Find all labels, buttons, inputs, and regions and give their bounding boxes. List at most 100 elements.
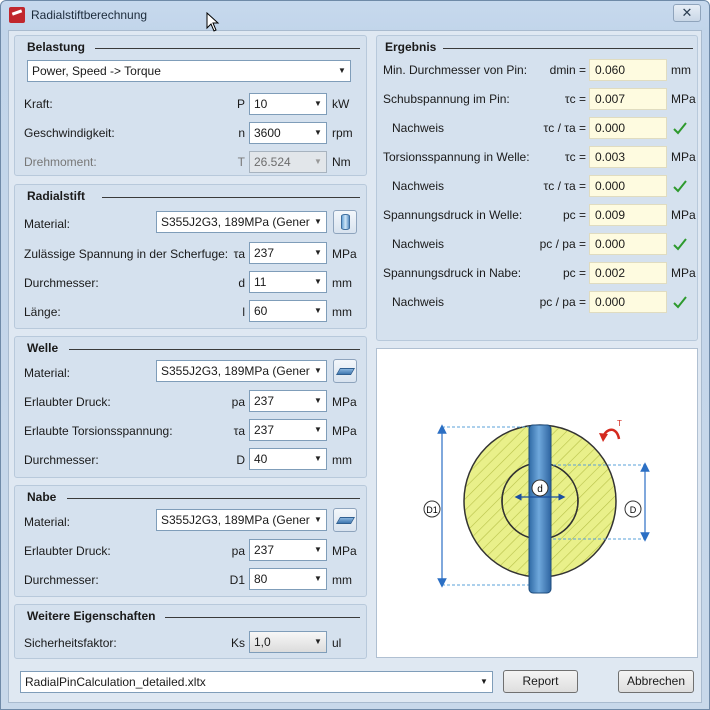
nabe-druck-unit: MPa — [332, 544, 357, 558]
welle-material-label: Material: — [24, 366, 71, 380]
shaft-material-button[interactable] — [333, 359, 357, 383]
ergebnis-row-3-symbol: τc = — [564, 150, 586, 164]
ergebnis-row-6-symbol: pc / pa = — [539, 237, 586, 251]
geschwindigkeit-label: Geschwindigkeit: — [24, 126, 115, 140]
group-welle: Welle Material: S355J2G3, 189MPa (Generi… — [14, 336, 367, 478]
nabe-durchmesser-input[interactable]: 80 ▼ — [249, 568, 327, 590]
title-bar[interactable]: Radialstiftberechnung ✕ — [1, 1, 709, 29]
plate-icon — [335, 517, 356, 524]
welle-durchmesser-input[interactable]: 40 ▼ — [249, 448, 327, 470]
ergebnis-row-3-unit: MPa — [671, 150, 696, 164]
stift-laenge-unit: mm — [332, 305, 352, 319]
group-belastung: Belastung Power, Speed -> Torque ▼ Kraft:… — [14, 35, 367, 176]
ergebnis-row-6-label: Nachweis — [392, 237, 445, 251]
d-shaft-label: D — [630, 505, 637, 515]
group-title-radialstift: Radialstift — [27, 189, 86, 203]
group-title-welle: Welle — [27, 341, 59, 355]
pin-diagram-svg: D1 D d T — [423, 419, 650, 594]
ergebnis-row-0-symbol: dmin = — [549, 63, 586, 77]
stift-durchmesser-input[interactable]: 11 ▼ — [249, 271, 327, 293]
d1-label: D1 — [426, 505, 438, 515]
nabe-durchmesser-label: Durchmesser: — [24, 573, 99, 587]
welle-torsion-input[interactable]: 237 ▼ — [249, 419, 327, 441]
kraft-unit: kW — [332, 97, 350, 111]
nabe-druck-symbol: pa — [231, 544, 245, 558]
ergebnis-row-5-value: 0.009 — [589, 204, 667, 226]
welle-druck-input[interactable]: 237 ▼ — [249, 390, 327, 412]
welle-durchmesser-label: Durchmesser: — [24, 453, 99, 467]
welle-torsion-unit: MPa — [332, 424, 357, 438]
ergebnis-row-8-label: Nachweis — [392, 295, 445, 309]
app-logo-icon — [9, 7, 25, 23]
ergebnis-row-8-check-icon — [673, 296, 687, 309]
group-radialstift: Radialstift Material: S355J2G3, 189MPa (… — [14, 184, 367, 329]
report-button[interactable]: Report — [503, 670, 578, 693]
radial-pin — [528, 424, 552, 594]
sicherheitsfaktor-select[interactable]: 1,0 ▼ — [249, 631, 327, 653]
cylinder-icon — [341, 214, 350, 230]
group-title-nabe: Nabe — [27, 490, 57, 504]
group-title-ergebnis: Ergebnis — [385, 40, 437, 54]
welle-druck-symbol: pa — [231, 395, 245, 409]
ergebnis-row-1-unit: MPa — [671, 92, 696, 106]
sicherheitsfaktor-unit: ul — [332, 636, 342, 650]
welle-druck-label: Erlaubter Druck: — [24, 395, 111, 409]
welle-torsion-label: Erlaubte Torsionsspannung: — [24, 424, 173, 438]
geschwindigkeit-unit: rpm — [332, 126, 353, 140]
group-title-weitere: Weitere Eigenschaften — [27, 609, 156, 623]
drehmoment-unit: Nm — [332, 155, 351, 169]
geschwindigkeit-symbol: n — [238, 126, 245, 140]
pin-material-button[interactable] — [333, 210, 357, 234]
ergebnis-row-4-check-icon — [673, 180, 687, 193]
template-select[interactable]: RadialPinCalculation_detailed.xltx ▼ — [20, 671, 493, 693]
group-weitere-eigenschaften: Weitere Eigenschaften Sicherheitsfaktor:… — [14, 604, 367, 659]
ergebnis-row-4-label: Nachweis — [392, 179, 445, 193]
nabe-druck-input[interactable]: 237 ▼ — [249, 539, 327, 561]
pin-d-label: d — [537, 484, 543, 495]
ergebnis-row-6-check-icon — [673, 238, 687, 251]
stift-material-label: Material: — [24, 217, 71, 231]
ergebnis-row-5-unit: MPa — [671, 208, 696, 222]
scherfuge-input[interactable]: 237 ▼ — [249, 242, 327, 264]
welle-material-select[interactable]: S355J2G3, 189MPa (Generic ▼ — [156, 360, 327, 382]
plate-icon — [335, 368, 356, 375]
welle-druck-unit: MPa — [332, 395, 357, 409]
stift-durchmesser-unit: mm — [332, 276, 352, 290]
nabe-durchmesser-symbol: D1 — [229, 573, 245, 587]
close-button[interactable]: ✕ — [673, 4, 701, 22]
ergebnis-row-3-value: 0.003 — [589, 146, 667, 168]
load-mode-select[interactable]: Power, Speed -> Torque ▼ — [27, 60, 351, 82]
stift-durchmesser-symbol: d — [238, 276, 245, 290]
ergebnis-row-7-unit: MPa — [671, 266, 696, 280]
ergebnis-row-2-label: Nachweis — [392, 121, 445, 135]
kraft-input[interactable]: 10 ▼ — [249, 93, 327, 115]
kraft-label: Kraft: — [24, 97, 53, 111]
ergebnis-row-4-symbol: τc / τa = — [543, 179, 587, 193]
ergebnis-row-0-value: 0.060 — [589, 59, 667, 81]
torque-label: T — [617, 419, 622, 428]
welle-durchmesser-unit: mm — [332, 453, 352, 467]
group-title-belastung: Belastung — [27, 40, 86, 54]
mouse-cursor-icon — [206, 12, 220, 32]
sicherheitsfaktor-label: Sicherheitsfaktor: — [24, 636, 117, 650]
stift-laenge-symbol: l — [242, 305, 245, 319]
hub-material-button[interactable] — [333, 508, 357, 532]
ergebnis-row-2-symbol: τc / τa = — [543, 121, 587, 135]
sicherheitsfaktor-symbol: Ks — [230, 636, 245, 650]
cancel-button[interactable]: Abbrechen — [618, 670, 694, 693]
ergebnis-row-2-check-icon — [673, 122, 687, 135]
group-nabe: Nabe Material: S355J2G3, 189MPa (Generic… — [14, 485, 367, 597]
window-title: Radialstiftberechnung — [31, 8, 148, 22]
group-divider — [443, 48, 693, 49]
stift-laenge-label: Länge: — [24, 305, 61, 319]
stift-material-select[interactable]: S355J2G3, 189MPa (Generic ▼ — [156, 211, 327, 233]
scherfuge-label: Zulässige Spannung in der Scherfuge: — [24, 247, 229, 261]
nabe-material-select[interactable]: S355J2G3, 189MPa (Generic ▼ — [156, 509, 327, 531]
group-divider — [95, 48, 360, 49]
geschwindigkeit-input[interactable]: 3600 ▼ — [249, 122, 327, 144]
kraft-symbol: P — [236, 97, 245, 111]
pin-diagram: D1 D d T — [376, 348, 698, 658]
drehmoment-symbol: T — [237, 155, 245, 169]
stift-laenge-input[interactable]: 60 ▼ — [249, 300, 327, 322]
scherfuge-unit: MPa — [332, 247, 357, 261]
